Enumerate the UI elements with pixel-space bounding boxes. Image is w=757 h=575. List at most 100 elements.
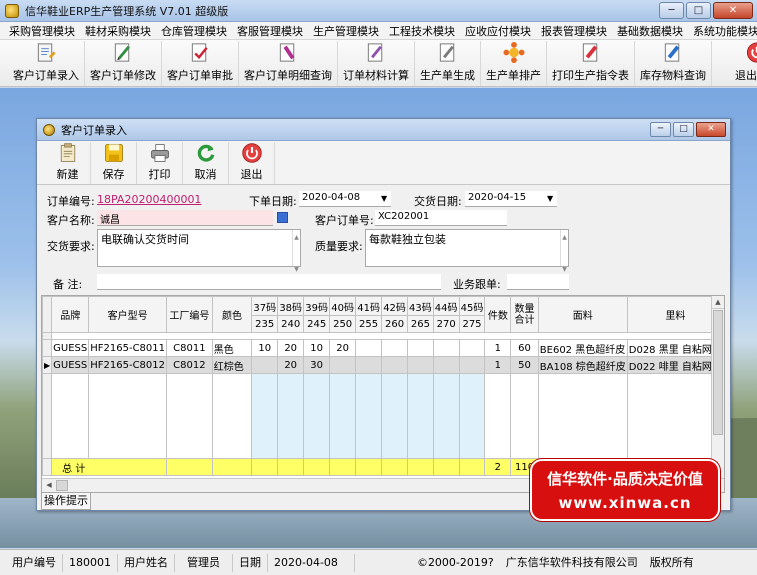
table-row-selected[interactable]: ▶ GUESS HF2165-C8012 C8012 红棕色 20 30 1 5… [42, 356, 724, 374]
cell-size[interactable] [381, 356, 409, 374]
cell-upper[interactable]: BE602 黑色超纤皮 [537, 339, 628, 357]
cell-size[interactable]: 20 [277, 339, 305, 357]
customer-order-no-field[interactable]: XC202001 [375, 210, 507, 226]
toolbar-order-entry-button[interactable]: 客户订单录入 [8, 41, 85, 86]
customer-order-no-label: 客户订单号: [315, 214, 374, 227]
window-logo-icon [43, 123, 55, 136]
quality-req-scrollbar[interactable]: ▲ ▼ [560, 230, 568, 273]
toolbar-order-detail-button[interactable]: 客户订单明细查询 [239, 41, 338, 86]
scroll-up-icon[interactable]: ▲ [712, 296, 724, 309]
toolbar-production-schedule-button[interactable]: 生产单排产 [481, 41, 547, 86]
save-button[interactable]: 保存 [91, 142, 137, 184]
cell-brand[interactable]: GUESS [51, 339, 90, 357]
order-date-label: 下单日期: [249, 195, 297, 208]
toolbar-order-edit-button[interactable]: 客户订单修改 [85, 41, 162, 86]
order-date-dropdown-icon[interactable]: ▼ [381, 194, 387, 203]
cancel-button[interactable]: 取消 [183, 142, 229, 184]
grid-vertical-scrollbar[interactable]: ▲ [711, 296, 724, 479]
exit-button[interactable]: 退出 [229, 142, 275, 184]
row-indicator-arrow-icon[interactable]: ▶ [42, 356, 53, 374]
cell-pieces[interactable]: 1 [484, 356, 512, 374]
toolbar-exit-button[interactable]: 退出系统 [730, 41, 757, 86]
menu-production[interactable]: 生产管理模块 [308, 23, 384, 39]
cell-size[interactable] [251, 356, 279, 374]
remarks-field[interactable] [97, 274, 441, 290]
cell-brand[interactable]: GUESS [51, 356, 90, 374]
order-date-field[interactable]: 2020-04-08 [299, 191, 391, 207]
cell-pieces[interactable]: 1 [484, 339, 512, 357]
cell-size[interactable]: 30 [303, 356, 331, 374]
cell-upper[interactable]: BA108 棕色超纤皮 [537, 356, 628, 374]
menu-customer-service[interactable]: 客服管理模块 [232, 23, 308, 39]
header-size-42: 42码 [381, 296, 409, 316]
child-close-button[interactable]: ✕ [696, 122, 726, 137]
print-button[interactable]: 打印 [137, 142, 183, 184]
scroll-left-icon[interactable]: ◀ [42, 479, 56, 492]
child-maximize-button[interactable]: □ [673, 122, 694, 137]
cell-size[interactable] [407, 356, 434, 374]
cell-size[interactable] [432, 339, 460, 357]
header-upper: 面料 [537, 296, 628, 333]
row-indicator[interactable] [42, 339, 53, 357]
exit-icon [241, 143, 262, 163]
cell-customer-model[interactable]: HF2165-C8012 [88, 356, 168, 374]
cell-size[interactable] [407, 339, 434, 357]
delivery-req-scrollbar[interactable]: ▲ ▼ [292, 230, 300, 273]
delivery-req-textarea[interactable]: 电联确认交货时间 ▲ ▼ [97, 229, 301, 273]
menu-purchase[interactable]: 采购管理模块 [4, 23, 80, 39]
quality-req-textarea[interactable]: 每款鞋独立包装 ▲ ▼ [365, 229, 569, 273]
header-lining: 里料 [626, 296, 724, 333]
menu-warehouse[interactable]: 仓库管理模块 [156, 23, 232, 39]
header-customer-model: 客户型号 [88, 296, 168, 333]
cell-color[interactable]: 红棕色 [211, 356, 253, 374]
menu-base-data[interactable]: 基础数据模块 [612, 23, 688, 39]
maximize-button[interactable]: □ [686, 2, 711, 19]
cell-customer-model[interactable]: HF2165-C8011 [88, 339, 168, 357]
cell-lining[interactable]: D022 啡里 自粘网布 [626, 356, 724, 374]
order-no-value[interactable]: 18PA20200400001 [97, 193, 201, 206]
minimize-button[interactable]: ─ [659, 2, 684, 19]
toolbar-order-approve-button[interactable]: 客户订单审批 [162, 41, 239, 86]
toolbar-material-calc-button[interactable]: 订单材料计算 [338, 41, 415, 86]
toolbar-inventory-query-button[interactable]: 库存物料查询 [635, 41, 712, 86]
scroll-thumb[interactable] [713, 310, 723, 435]
cell-size[interactable] [458, 339, 486, 357]
cell-size[interactable]: 20 [329, 339, 357, 357]
header-size-code: 245 [303, 315, 331, 333]
cell-size[interactable]: 10 [303, 339, 331, 357]
header-size-code: 250 [329, 315, 357, 333]
cell-size[interactable] [355, 356, 383, 374]
toolbar-print-instruction-button[interactable]: 打印生产指令表 [547, 41, 635, 86]
cell-color[interactable]: 黑色 [211, 339, 253, 357]
menu-receivable-payable[interactable]: 应收应付模块 [460, 23, 536, 39]
delivery-date-field[interactable]: 2020-04-15 [465, 191, 557, 207]
table-row[interactable]: GUESS HF2165-C8011 C8011 黑色 10 20 10 20 … [42, 339, 724, 357]
customer-lookup-icon[interactable] [277, 212, 288, 223]
delivery-date-dropdown-icon[interactable]: ▼ [547, 194, 553, 203]
new-button[interactable]: 新建 [45, 142, 91, 184]
ops-hint-tab[interactable]: 操作提示 [41, 493, 91, 510]
cell-size[interactable] [355, 339, 383, 357]
cell-factory-no[interactable]: C8012 [166, 356, 213, 374]
menu-engineering[interactable]: 工程技术模块 [384, 23, 460, 39]
scroll-thumb[interactable] [56, 480, 68, 491]
cell-size[interactable] [458, 356, 486, 374]
cell-lining[interactable]: D028 黑里 自粘网布 [626, 339, 724, 357]
cell-size[interactable]: 10 [251, 339, 279, 357]
cell-size[interactable] [329, 356, 357, 374]
customer-name-field[interactable]: 诚昌 [97, 210, 273, 226]
toolbar-production-generate-button[interactable]: 生产单生成 [415, 41, 481, 86]
close-button[interactable]: ✕ [713, 2, 753, 19]
menu-reports[interactable]: 报表管理模块 [536, 23, 612, 39]
cell-size[interactable]: 20 [277, 356, 305, 374]
cell-qty-total[interactable]: 50 [510, 356, 539, 374]
child-minimize-button[interactable]: ─ [650, 122, 671, 137]
delivery-req-label: 交货要求: [47, 240, 95, 253]
cell-size[interactable] [432, 356, 460, 374]
menu-shoe-material-purchase[interactable]: 鞋材采购模块 [80, 23, 156, 39]
cell-factory-no[interactable]: C8011 [166, 339, 213, 357]
cell-size[interactable] [381, 339, 409, 357]
menu-system[interactable]: 系统功能模块 [688, 23, 757, 39]
salesperson-field[interactable] [507, 274, 569, 290]
cell-qty-total[interactable]: 60 [510, 339, 539, 357]
